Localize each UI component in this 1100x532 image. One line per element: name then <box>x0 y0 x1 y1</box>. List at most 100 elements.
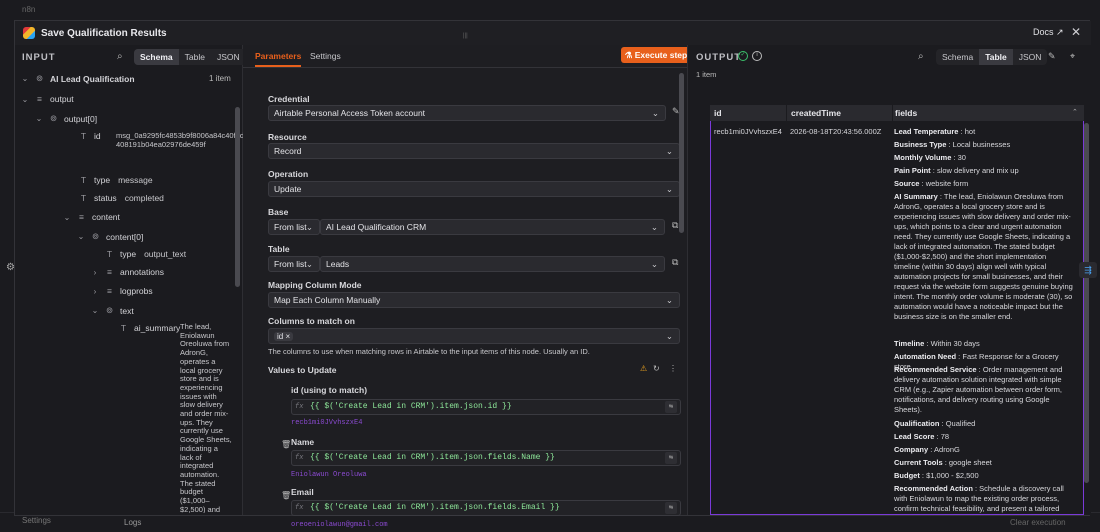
trash-icon[interactable]: 🗑 <box>281 440 291 449</box>
field-label-id: id (using to match) <box>291 385 368 395</box>
column-header-id: id <box>710 105 786 121</box>
input-scrollbar[interactable] <box>235 107 240 287</box>
logs-link[interactable]: Logs <box>124 518 141 527</box>
tab-settings[interactable]: Settings <box>310 45 341 67</box>
search-icon[interactable]: ⌕ <box>918 51 924 62</box>
success-icon: ✓ <box>738 51 748 61</box>
more-icon[interactable]: ⋮ <box>669 364 677 373</box>
settings-link[interactable]: Settings <box>22 516 51 525</box>
flask-icon: ⚗ <box>624 50 633 60</box>
pin-icon[interactable]: ⌖ <box>1070 51 1075 62</box>
table-mode-select[interactable]: From list ⌄ <box>268 256 320 272</box>
base-mode-select[interactable]: From list ⌄ <box>268 219 320 235</box>
base-select[interactable]: AI Lead Qualification CRM ⌄ <box>320 219 665 235</box>
tree-row[interactable]: T status completed <box>79 193 164 203</box>
field-value: google sheet <box>948 458 992 467</box>
output-header: OUTPUT <box>696 52 742 63</box>
field-expr-id[interactable]: fx {{ $('Create Lead in CRM').item.json.i… <box>291 399 681 415</box>
text-type-icon: T <box>120 323 127 333</box>
close-icon[interactable]: ✕ <box>1069 25 1083 39</box>
output-view-table[interactable]: Table <box>979 49 1013 65</box>
external-link-icon[interactable]: ⧉ <box>672 220 678 231</box>
tree-row[interactable]: T ai_summary The lead, Eniolawun Oreoluw… <box>119 323 232 513</box>
expand-icon[interactable]: ⇆ <box>665 401 677 413</box>
chevron-down-icon[interactable]: ⌄ <box>21 95 29 104</box>
field-pain-point: Pain Point : slow delivery and mix up <box>894 166 1019 175</box>
match-select[interactable]: id × ⌄ <box>268 328 680 344</box>
operation-select[interactable]: Update ⌄ <box>268 181 680 197</box>
tree-key: type <box>94 175 111 185</box>
output-scrollbar[interactable] <box>1084 123 1089 483</box>
field-value: Local businesses <box>952 140 1011 149</box>
tree-root-label: AI Lead Qualification <box>50 73 135 84</box>
background-topbar: n8n <box>0 0 1100 20</box>
refresh-icon[interactable]: ↻ <box>653 364 660 373</box>
field-preview-email: oreoeniolawun@gmail.com <box>291 521 388 529</box>
tree-root[interactable]: ⌄ ⊚ AI Lead Qualification <box>21 73 135 84</box>
tree-row[interactable]: ⌄ ≡ output <box>21 94 74 104</box>
docs-link[interactable]: Docs ↗ <box>1033 27 1064 38</box>
input-view-schema[interactable]: Schema <box>134 49 179 65</box>
remove-icon[interactable]: × <box>285 332 290 341</box>
clear-execution-button[interactable]: Clear execution <box>1010 518 1066 527</box>
collapse-icon[interactable]: ⌃ <box>1072 108 1078 116</box>
parameters-scrollbar[interactable] <box>679 73 684 233</box>
output-view-schema[interactable]: Schema <box>936 49 979 65</box>
fx-icon: fx <box>295 504 304 512</box>
tree-row[interactable]: › ≡ logprobs <box>91 286 153 296</box>
expand-icon[interactable]: ⇆ <box>665 502 677 514</box>
table-value: Leads <box>326 259 350 269</box>
input-view-json[interactable]: JSON <box>211 49 246 65</box>
chevron-down-icon[interactable]: ⌄ <box>21 74 29 83</box>
tree-row[interactable]: T id msg_0a9295fc4853b9f8006a84c40f3d408… <box>79 131 246 149</box>
tree-row[interactable]: › ≡ annotations <box>91 267 164 277</box>
tree-row[interactable]: ⌄ ≡ content <box>63 212 120 222</box>
match-tag[interactable]: id × <box>274 332 294 341</box>
field-value: 78 <box>940 432 950 441</box>
tab-parameters[interactable]: Parameters <box>255 45 302 67</box>
list-icon: ≡ <box>107 286 112 296</box>
drag-handle-icon[interactable]: ||| <box>463 33 473 39</box>
resource-select[interactable]: Record ⌄ <box>268 143 680 159</box>
tree-key: output <box>50 94 74 104</box>
search-icon[interactable]: ⌕ <box>117 51 123 62</box>
field-key: Automation Need <box>894 352 957 361</box>
tree-row[interactable]: T type message <box>79 175 153 185</box>
chevron-right-icon[interactable]: › <box>91 287 99 296</box>
mapping-select[interactable]: Map Each Column Manually ⌄ <box>268 292 680 308</box>
ai-assistant-icon[interactable]: ⚙ <box>6 262 15 273</box>
field-label-email: Email <box>291 487 314 497</box>
info-icon[interactable]: i <box>752 51 762 61</box>
external-link-icon[interactable]: ⧉ <box>672 257 678 268</box>
input-view-table[interactable]: Table <box>179 49 211 65</box>
execute-step-button[interactable]: ⚗ Execute step <box>621 47 691 63</box>
field-qualification: Qualification : Qualified <box>894 419 976 428</box>
tree-row[interactable]: ⌄ ⊚ output[0] <box>35 113 97 124</box>
field-value: website form <box>925 179 969 188</box>
chevron-down-icon[interactable]: ⌄ <box>35 114 43 123</box>
column-header-createdtime: createdTime <box>786 105 892 121</box>
output-view-json[interactable]: JSON <box>1013 49 1048 65</box>
field-key: Timeline <box>894 339 925 348</box>
chevron-right-icon[interactable]: › <box>91 268 99 277</box>
edit-icon[interactable]: ✎ <box>1048 51 1056 62</box>
tree-row[interactable]: ⌄ ⊚ content[0] <box>77 231 144 242</box>
trash-icon[interactable]: 🗑 <box>281 491 291 500</box>
field-value: Within 30 days <box>930 339 980 348</box>
table-select[interactable]: Leads ⌄ <box>320 256 665 272</box>
chevron-down-icon[interactable]: ⌄ <box>77 232 85 241</box>
text-type-icon: T <box>80 175 87 185</box>
chevron-down-icon[interactable]: ⌄ <box>91 306 99 315</box>
field-expr-name[interactable]: fx {{ $('Create Lead in CRM').item.json.f… <box>291 450 681 466</box>
tree-row[interactable]: ⌄ ⊚ text <box>91 305 134 316</box>
field-lead-temperature: Lead Temperature : hot <box>894 127 976 136</box>
tree-key: content[0] <box>106 231 144 242</box>
tree-row[interactable]: T type output_text <box>105 249 186 259</box>
credential-select[interactable]: Airtable Personal Access Token account ⌄ <box>268 105 666 121</box>
chevron-down-icon[interactable]: ⌄ <box>63 213 71 222</box>
resource-label: Resource <box>268 132 307 142</box>
field-expr-email[interactable]: fx {{ $('Create Lead in CRM').item.json.f… <box>291 500 681 516</box>
match-tag-label: id <box>277 332 284 341</box>
side-panel-icon[interactable]: ⇶ <box>1079 262 1097 278</box>
expand-icon[interactable]: ⇆ <box>665 452 677 464</box>
